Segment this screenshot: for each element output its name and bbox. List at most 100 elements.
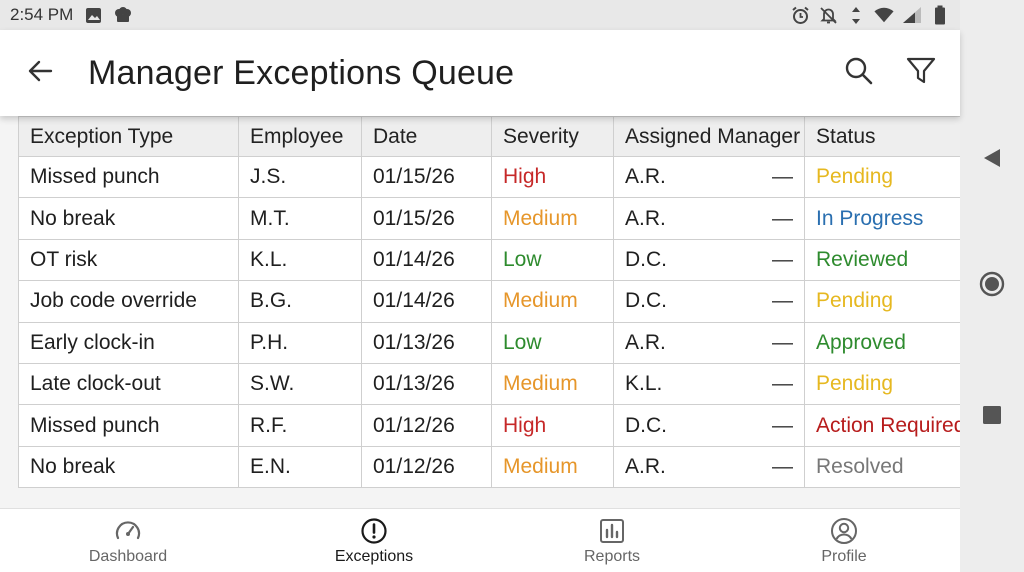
cell-employee: K.L. <box>238 238 362 282</box>
cell-date: 01/12/26 <box>361 445 492 489</box>
filter-button[interactable] <box>900 52 942 94</box>
cell-assigned-manager: A.R. — <box>613 321 805 364</box>
cell-employee: P.H. <box>238 321 362 364</box>
system-navigation-bar <box>960 0 1024 572</box>
manager-dash: — <box>772 413 793 437</box>
chef-hat-icon <box>113 5 133 25</box>
bottom-navigation: Dashboard Exceptions Reports Profile <box>0 508 960 572</box>
nav-label: Reports <box>583 548 641 565</box>
system-recents-button[interactable] <box>976 401 1008 433</box>
home-circle-icon <box>978 270 1006 303</box>
alert-circle-icon <box>359 516 389 546</box>
nav-item-profile[interactable]: Profile <box>794 509 894 572</box>
cell-employee: B.G. <box>238 280 362 323</box>
nav-label: Profile <box>821 548 867 565</box>
manager-dash: — <box>772 206 793 230</box>
header-employee[interactable]: Employee <box>238 116 362 157</box>
cell-assigned-manager: A.R. — <box>613 445 805 489</box>
exceptions-table-container: Exception Type Employee Date Severity As… <box>0 116 960 508</box>
cell-status: Action Required <box>804 404 960 447</box>
table-row[interactable]: No break M.T. 01/15/26 Medium A.R. — In P… <box>18 197 960 240</box>
table-row[interactable]: Job code override B.G. 01/14/26 Medium D… <box>18 280 960 323</box>
arrow-left-icon <box>26 57 54 90</box>
cell-status: Pending <box>804 155 960 199</box>
header-date[interactable]: Date <box>361 116 492 157</box>
app-bar: Manager Exceptions Queue <box>0 30 960 116</box>
wifi-icon <box>874 5 894 25</box>
cell-assigned-manager: D.C. — <box>613 238 805 282</box>
cell-exception-type: Job code override <box>18 280 239 323</box>
nav-label: Exceptions <box>334 548 414 565</box>
header-severity[interactable]: Severity <box>491 116 614 157</box>
cell-assigned-manager: K.L. — <box>613 362 805 406</box>
cell-severity: Low <box>491 321 614 364</box>
page-title: Manager Exceptions Queue <box>88 53 515 92</box>
nav-item-reports[interactable]: Reports <box>562 509 662 572</box>
cell-assigned-manager: D.C. — <box>613 404 805 447</box>
cell-assigned-manager: A.R. — <box>613 197 805 240</box>
manager-dash: — <box>772 165 793 189</box>
cell-assigned-manager: D.C. — <box>613 280 805 323</box>
cell-exception-type: Late clock-out <box>18 362 239 406</box>
cell-severity: High <box>491 404 614 447</box>
system-home-button[interactable] <box>976 270 1008 302</box>
cell-status: Resolved <box>804 445 960 489</box>
status-time: 2:54 PM <box>10 5 74 24</box>
cell-status: Reviewed <box>804 238 960 282</box>
manager-initials: K.L. <box>625 372 663 396</box>
cell-employee: R.F. <box>238 404 362 447</box>
bar-chart-icon <box>597 516 627 546</box>
manager-initials: A.R. <box>625 454 666 478</box>
cell-status: Pending <box>804 362 960 406</box>
cell-exception-type: OT risk <box>18 238 239 282</box>
gauge-icon <box>113 516 143 546</box>
manager-initials: A.R. <box>625 330 666 354</box>
cell-severity: Low <box>491 238 614 282</box>
status-bar: 2:54 PM <box>0 0 960 30</box>
data-arrows-icon <box>846 5 866 25</box>
header-status[interactable]: Status <box>804 116 960 157</box>
manager-initials: D.C. <box>625 247 667 271</box>
cell-date: 01/15/26 <box>361 197 492 240</box>
manager-initials: A.R. <box>625 165 666 189</box>
signal-icon <box>902 5 922 25</box>
cell-exception-type: Missed punch <box>18 155 239 199</box>
cell-exception-type: Missed punch <box>18 404 239 447</box>
cell-exception-type: No break <box>18 197 239 240</box>
header-assigned-manager[interactable]: Assigned Manager <box>613 116 805 157</box>
bell-off-icon <box>818 5 838 25</box>
cell-exception-type: Early clock-in <box>18 321 239 364</box>
cell-date: 01/12/26 <box>361 404 492 447</box>
manager-dash: — <box>772 330 793 354</box>
nav-item-exceptions[interactable]: Exceptions <box>324 509 424 572</box>
cell-severity: Medium <box>491 280 614 323</box>
table-row[interactable]: OT risk K.L. 01/14/26 Low D.C. — Reviewed <box>18 238 960 282</box>
cell-severity: Medium <box>491 362 614 406</box>
table-row[interactable]: No break E.N. 01/12/26 Medium A.R. — Reso… <box>18 445 960 489</box>
system-back-button[interactable] <box>976 144 1008 176</box>
table-header-row: Exception Type Employee Date Severity As… <box>18 116 960 157</box>
cell-employee: M.T. <box>238 197 362 240</box>
table-row[interactable]: Missed punch J.S. 01/15/26 High A.R. — Pe… <box>18 155 960 199</box>
cell-status: In Progress <box>804 197 960 240</box>
cell-employee: E.N. <box>238 445 362 489</box>
cell-date: 01/15/26 <box>361 155 492 199</box>
manager-dash: — <box>772 454 793 478</box>
nav-label: Dashboard <box>88 548 168 565</box>
manager-initials: D.C. <box>625 289 667 313</box>
table-row[interactable]: Early clock-in P.H. 01/13/26 Low A.R. — A… <box>18 321 960 364</box>
table-row[interactable]: Late clock-out S.W. 01/13/26 Medium K.L.… <box>18 362 960 406</box>
battery-icon <box>930 5 950 25</box>
alarm-icon <box>790 5 810 25</box>
cell-severity: High <box>491 155 614 199</box>
table-row[interactable]: Missed punch R.F. 01/12/26 High D.C. — Ac… <box>18 404 960 447</box>
cell-status: Pending <box>804 280 960 323</box>
filter-icon <box>906 56 936 91</box>
nav-item-dashboard[interactable]: Dashboard <box>78 509 178 572</box>
cell-date: 01/14/26 <box>361 238 492 282</box>
back-button[interactable] <box>20 53 60 93</box>
cell-date: 01/13/26 <box>361 321 492 364</box>
header-exception-type[interactable]: Exception Type <box>18 116 239 157</box>
search-button[interactable] <box>838 52 880 94</box>
image-icon <box>83 5 103 25</box>
